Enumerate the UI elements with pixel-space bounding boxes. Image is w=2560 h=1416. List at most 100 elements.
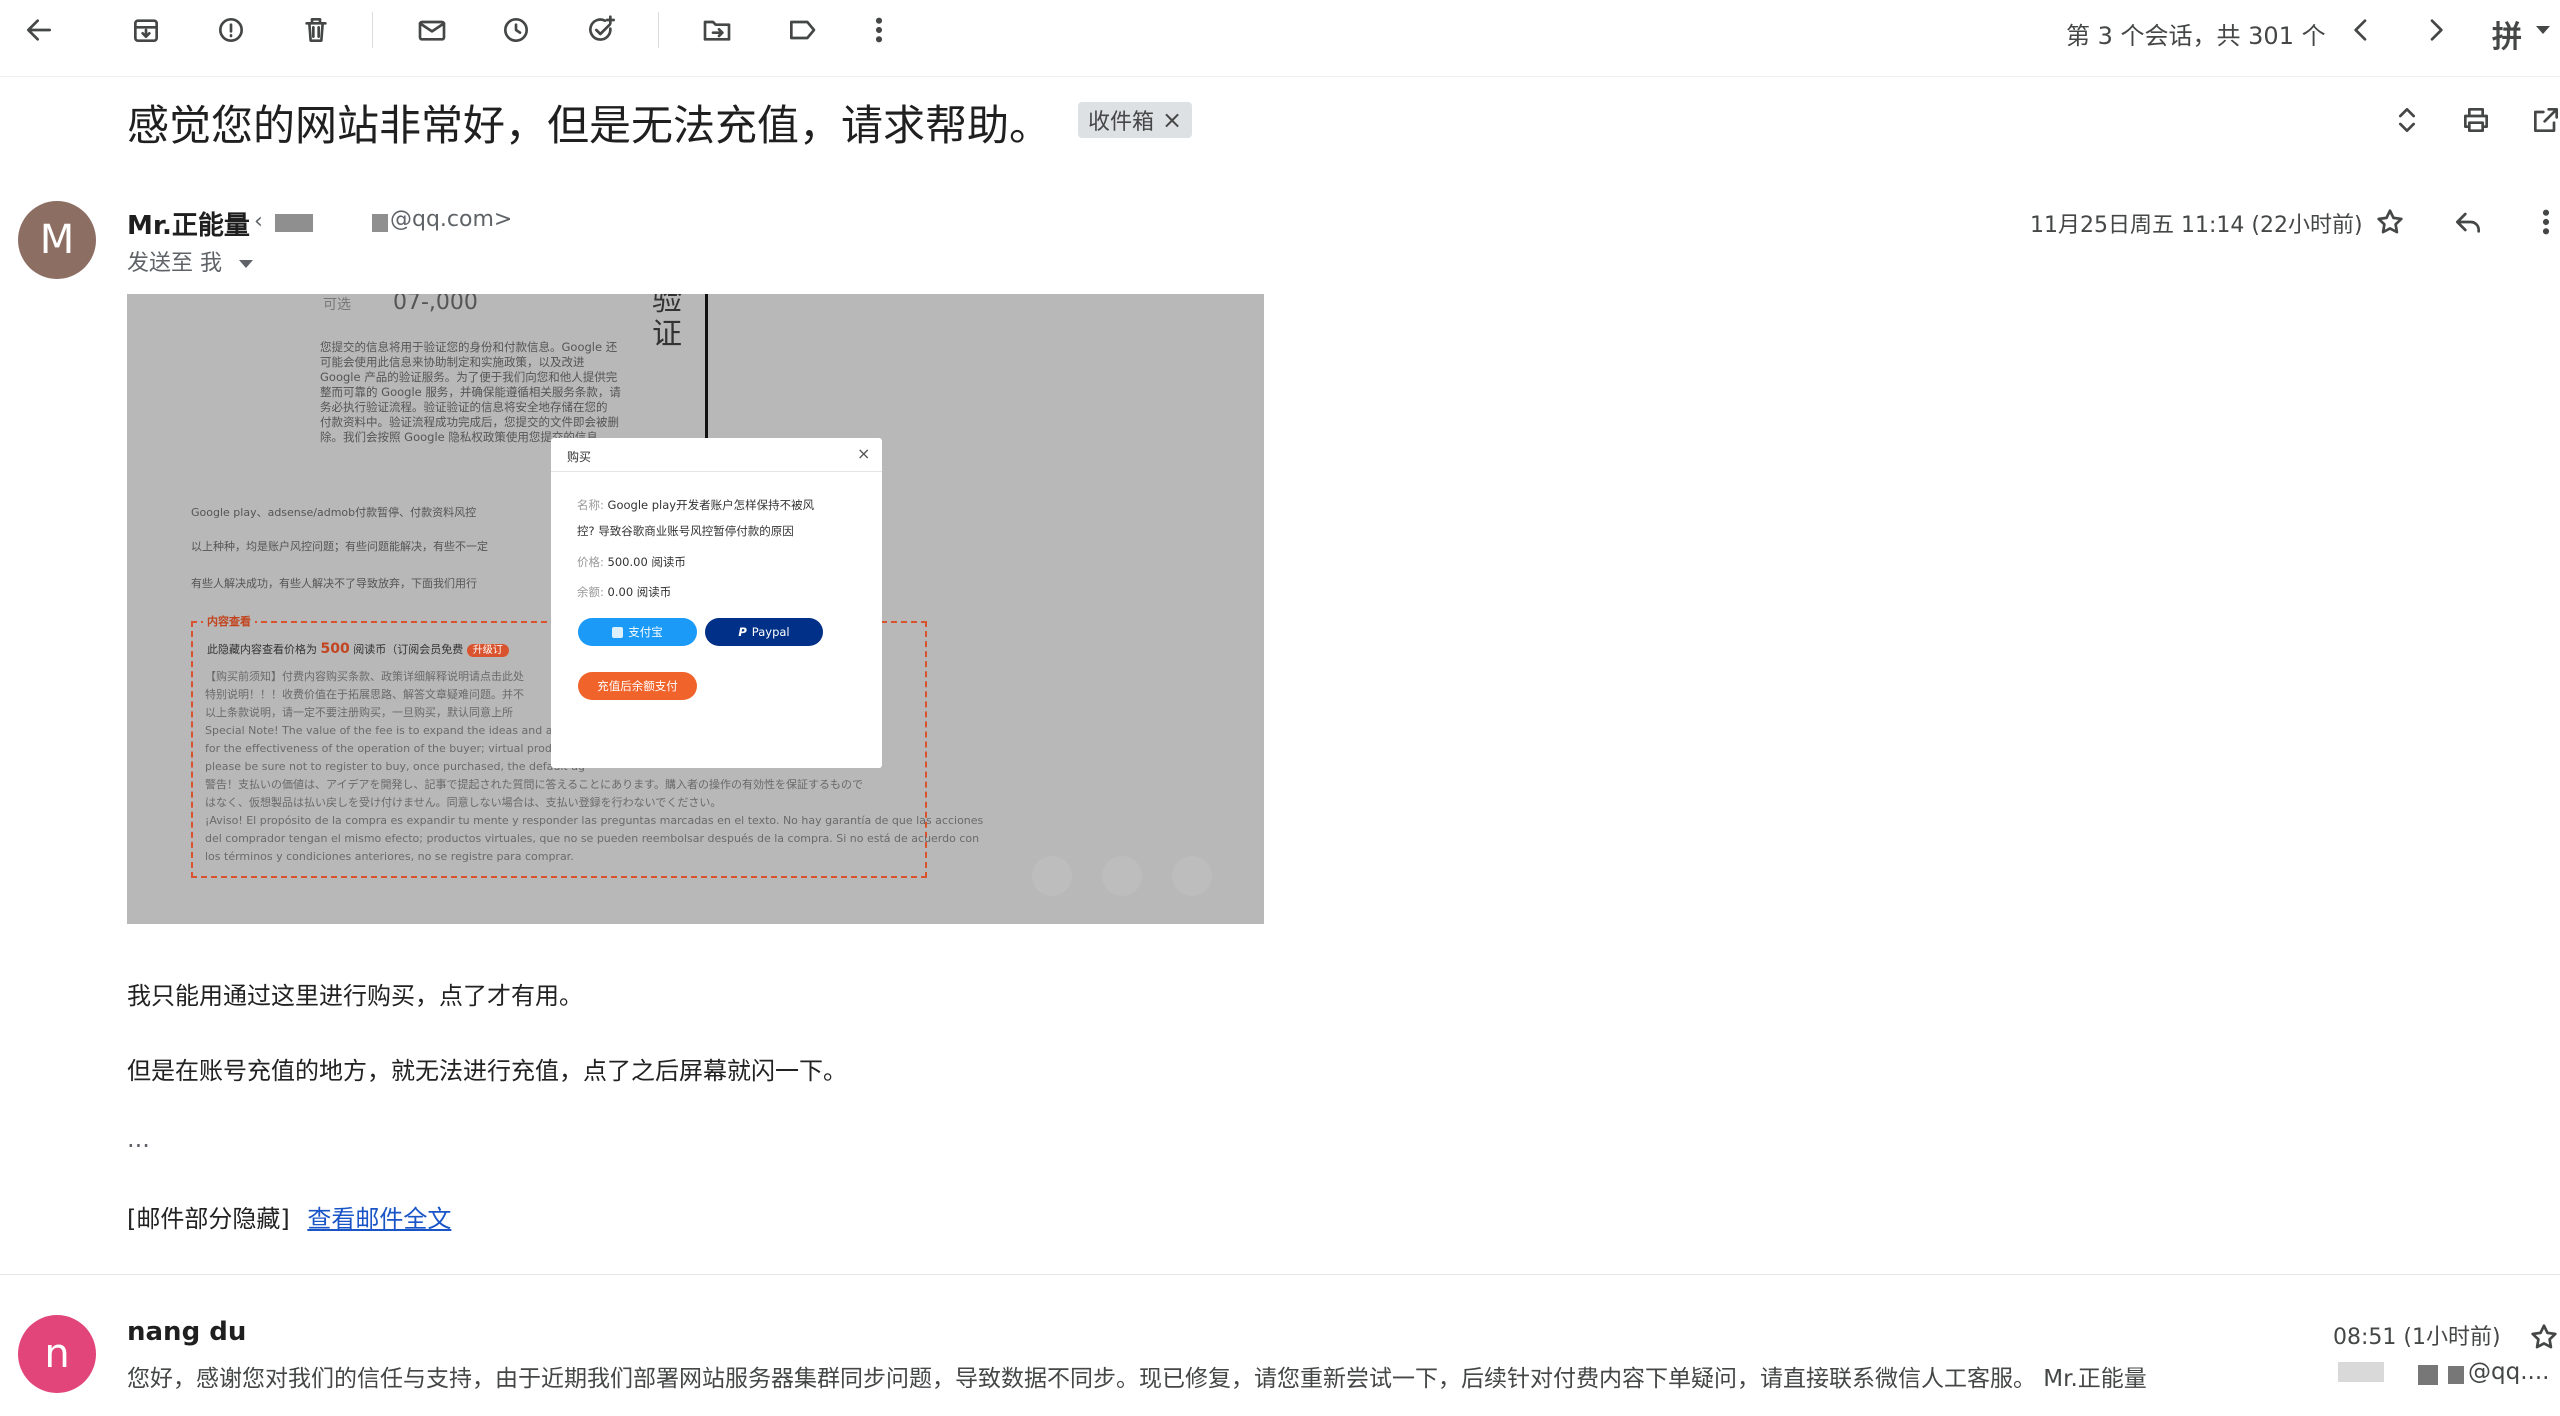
redacted-email-block bbox=[2418, 1365, 2438, 1385]
screenshot-box-title: 内容查看 bbox=[203, 613, 255, 629]
star-icon[interactable] bbox=[2368, 200, 2412, 244]
toolbar: 第 3 个会话，共 301 个 拼 bbox=[0, 0, 2560, 62]
clipped-message-notice: [邮件部分隐藏] 查看邮件全文 bbox=[127, 1199, 451, 1234]
remove-label-icon[interactable]: × bbox=[1162, 106, 1182, 134]
message-ellipsis[interactable]: ... bbox=[127, 1125, 150, 1153]
move-to-folder-icon[interactable] bbox=[695, 8, 739, 52]
privacy-line: 可能会使用此信息来协助制定和实施政策，以及改进 bbox=[320, 355, 585, 369]
balance-value: 0.00 阅读币 bbox=[607, 585, 672, 599]
back-arrow-icon[interactable] bbox=[17, 8, 61, 52]
redacted-email-block bbox=[372, 214, 388, 232]
purchase-modal: 购买 × 名称: Google play开发者账户怎样保持不被风 控? 导致谷歌… bbox=[551, 438, 882, 768]
message-divider bbox=[0, 1274, 2560, 1275]
modal-divider bbox=[551, 471, 882, 472]
thread-subject: 感觉您的网站非常好，但是无法充值，请求帮助。 bbox=[127, 101, 1052, 150]
terms-line: はなく、仮想製品は払い戻しを受け付けません。同意しない場合は、支払い登録を行わな… bbox=[205, 796, 722, 809]
modal-title: 购买 bbox=[567, 450, 592, 464]
name-value-1: Google play开发者账户怎样保持不被风 bbox=[607, 498, 815, 512]
screenshot-para: 有些人解决成功，有些人解决不了导致放弃，下面我们用行 bbox=[191, 577, 477, 590]
add-task-icon[interactable] bbox=[579, 8, 623, 52]
screenshot-divider-line bbox=[705, 294, 708, 439]
terms-line: Special Note! The value of the fee is to… bbox=[205, 724, 586, 737]
toolbar-divider bbox=[658, 12, 659, 48]
input-method-dropdown-icon[interactable] bbox=[2536, 26, 2550, 34]
terms-line: 特别说明！！！收费价值在于拓展思路、解答文章疑难问题。并不 bbox=[205, 688, 524, 701]
privacy-line: Google 产品的验证服务。为了便于我们向您和他人提供完 bbox=[320, 370, 618, 384]
terms-line: 【购买前须知】付费内容购买条款、政策详细解释说明请点击此处 bbox=[205, 670, 524, 683]
report-spam-icon[interactable] bbox=[209, 8, 253, 52]
snooze-clock-icon[interactable] bbox=[494, 8, 538, 52]
privacy-line: 整而可靠的 Google 服务，并确保能遵循相关服务条款，请 bbox=[320, 385, 621, 399]
clipped-prefix: [邮件部分隐藏] bbox=[127, 1205, 290, 1233]
screenshot-para: Google play、adsense/admob付款暂停、付款资料风控 bbox=[191, 506, 477, 519]
recipient-details-icon[interactable] bbox=[239, 260, 253, 268]
message-body-line: 我只能用通过这里进行购买，点了才有用。 bbox=[127, 982, 583, 1010]
message-date: 11月25日周五 11:14 (22小时前) bbox=[2030, 213, 2363, 238]
price-number: 500 bbox=[320, 641, 350, 657]
screenshot-side-text: 验 证 bbox=[652, 294, 682, 352]
privacy-line: 您提交的信息将用于验证您的身份和付款信息。Google 还 bbox=[320, 340, 618, 354]
name-label: 名称: bbox=[577, 498, 604, 512]
sender-name[interactable]: Mr.正能量 bbox=[127, 205, 250, 242]
privacy-line: 付款资料中。验证流程成功完成后，您提交的文件即会被删 bbox=[320, 415, 619, 429]
sender-name[interactable]: nang du bbox=[127, 1317, 246, 1347]
price-label: 价格: bbox=[577, 555, 604, 569]
alipay-label: 支付宝 bbox=[628, 625, 663, 639]
terms-line: los términos y condiciones anteriores, n… bbox=[205, 850, 574, 863]
paypal-icon: P bbox=[738, 625, 747, 639]
privacy-line: 务必执行验证流程。验证验证的信息将安全地存储在您的 bbox=[320, 400, 608, 414]
star-icon[interactable] bbox=[2522, 1315, 2560, 1359]
newer-conversation-icon[interactable] bbox=[2339, 8, 2383, 52]
balance-label: 余额: bbox=[577, 585, 604, 599]
older-conversation-icon[interactable] bbox=[2414, 8, 2458, 52]
price-suffix: 阅读币（订阅会员免费 bbox=[353, 643, 464, 656]
screenshot-top-value: 07-,000 bbox=[393, 294, 478, 315]
terms-line: ¡Aviso! El propósito de la compra es exp… bbox=[205, 814, 984, 827]
reply-icon[interactable] bbox=[2446, 200, 2490, 244]
recipient-text: 发送至 我 bbox=[127, 251, 222, 276]
avatar[interactable]: n bbox=[18, 1315, 96, 1393]
view-full-message-link[interactable]: 查看邮件全文 bbox=[307, 1205, 451, 1233]
more-vertical-icon[interactable] bbox=[857, 8, 901, 52]
toolbar-divider bbox=[372, 12, 373, 48]
toolbar-border bbox=[0, 76, 2560, 77]
input-method-label[interactable]: 拼 bbox=[2492, 12, 2522, 56]
mark-unread-icon[interactable] bbox=[410, 8, 454, 52]
print-icon[interactable] bbox=[2454, 98, 2498, 142]
alipay-button[interactable]: 支付宝 bbox=[578, 618, 697, 646]
embedded-screenshot-image[interactable]: 可选 07-,000 验 证 您提交的信息将用于验证您的身份和付款信息。Goog… bbox=[127, 294, 1264, 924]
terms-line: del comprador tengan el mismo efecto; pr… bbox=[205, 832, 980, 845]
name-value-2: 控? 导致谷歌商业账号风控暂停付款的原因 bbox=[577, 524, 794, 538]
expand-all-icon[interactable] bbox=[2385, 98, 2429, 142]
faded-circle-icon bbox=[1102, 856, 1142, 896]
screenshot-para: 以上种种，均是账户风控问题；有些问题能解决，有些不一定 bbox=[191, 540, 488, 553]
inbox-label-chip: 收件箱 × bbox=[1078, 102, 1193, 138]
message-body-line: 但是在账号充值的地方，就无法进行充值，点了之后屏幕就闪一下。 bbox=[127, 1057, 847, 1085]
screenshot-price-line: 此隐藏内容查看价格为 500 阅读币（订阅会员免费 升级订 bbox=[207, 641, 509, 657]
paypal-button[interactable]: P Paypal bbox=[705, 618, 823, 646]
pagination-text: 第 3 个会话，共 301 个 bbox=[2066, 22, 2326, 50]
terms-line: please be sure not to register to buy, o… bbox=[205, 760, 585, 773]
delete-icon[interactable] bbox=[294, 8, 338, 52]
paypal-label: Paypal bbox=[751, 625, 790, 639]
message-snippet[interactable]: 您好，感谢您对我们的信任与支持，由于近期我们部署网站服务器集群同步问题，导致数据… bbox=[127, 1359, 2147, 1393]
archive-icon[interactable] bbox=[124, 8, 168, 52]
recharge-balance-button[interactable]: 充值后余额支付 bbox=[578, 672, 697, 700]
faded-circle-icon bbox=[1032, 856, 1072, 896]
modal-close-icon[interactable]: × bbox=[857, 444, 870, 463]
terms-line: for the effectiveness of the operation o… bbox=[205, 742, 579, 755]
message-snippet-tail: @qq.... bbox=[2468, 1359, 2550, 1385]
label-icon[interactable] bbox=[780, 8, 824, 52]
terms-line: 以上条款说明，请一定不要注册购买，一旦购买，默认同意上所 bbox=[205, 706, 513, 719]
redacted-email-block bbox=[275, 214, 313, 232]
sender-email: @qq.com> bbox=[390, 207, 513, 232]
message-more-icon[interactable] bbox=[2524, 200, 2560, 244]
avatar[interactable]: M bbox=[18, 201, 96, 279]
faded-circle-icon bbox=[1172, 856, 1212, 896]
open-new-window-icon[interactable] bbox=[2524, 98, 2560, 142]
redacted-email-block bbox=[2338, 1362, 2384, 1382]
upgrade-badge: 升级订 bbox=[466, 644, 509, 657]
price-prefix: 此隐藏内容查看价格为 bbox=[207, 643, 317, 656]
recipient-line[interactable]: 发送至 我 bbox=[127, 245, 253, 277]
price-value: 500.00 阅读币 bbox=[607, 555, 686, 569]
